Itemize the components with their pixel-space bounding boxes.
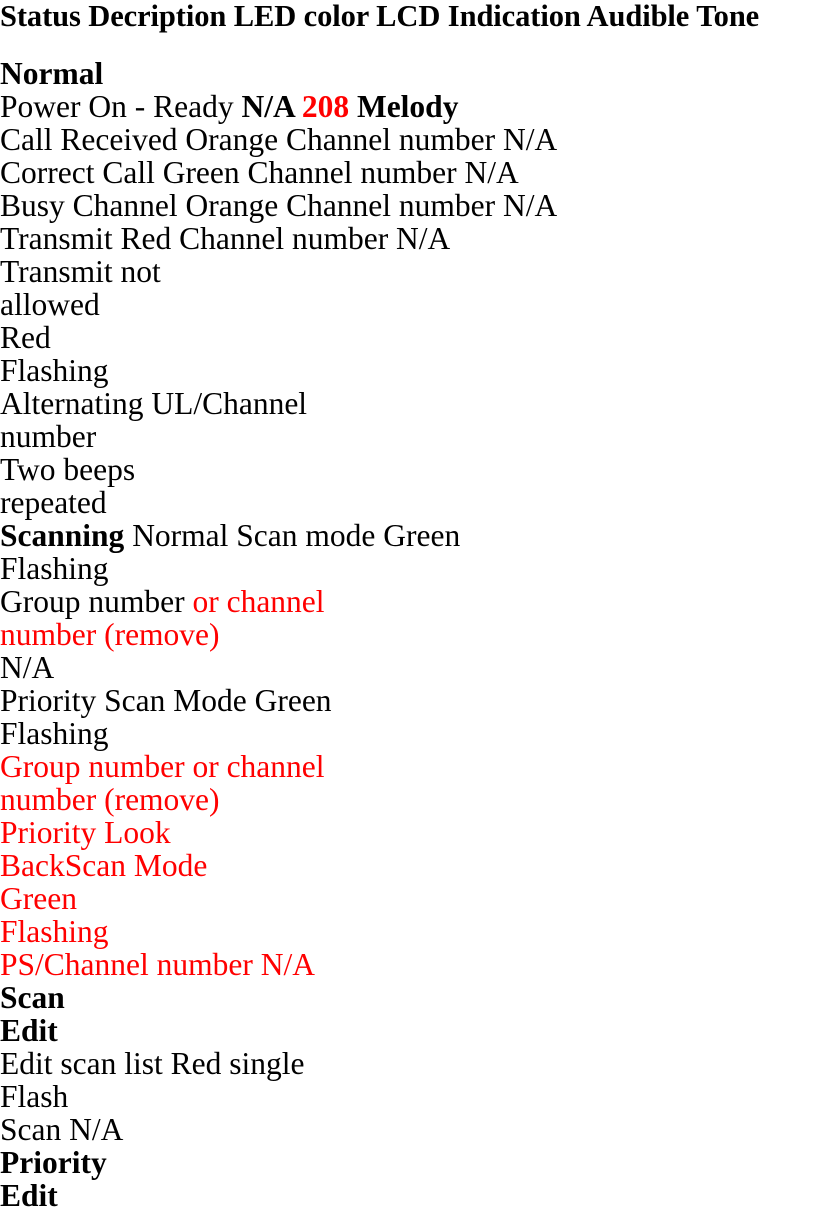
document-line: Transmit Red Channel number N/A bbox=[0, 222, 450, 255]
text-run: Normal bbox=[0, 56, 104, 91]
highlighted-text-run: number (remove) bbox=[0, 617, 220, 652]
text-run: Two beeps bbox=[0, 452, 136, 487]
document-line: BackScan Mode bbox=[0, 849, 207, 882]
text-run: Scanning bbox=[0, 518, 125, 553]
text-run: N/A bbox=[241, 89, 302, 124]
document-line: Alternating UL/Channel bbox=[0, 387, 307, 420]
highlighted-text-run: number (remove) bbox=[0, 782, 220, 817]
highlighted-text-run: Group number or channel bbox=[0, 749, 325, 784]
document-line: Busy Channel Orange Channel number N/A bbox=[0, 189, 557, 222]
document-line: Flashing bbox=[0, 354, 109, 387]
document-line: Correct Call Green Channel number N/A bbox=[0, 156, 519, 189]
text-run: Edit scan list Red single bbox=[0, 1046, 305, 1081]
document-line: Green bbox=[0, 882, 77, 915]
text-run: Flashing bbox=[0, 716, 109, 751]
document-line: Edit bbox=[0, 1179, 58, 1212]
text-run: number bbox=[0, 419, 97, 454]
text-run: Status Decription LED color LCD Indicati… bbox=[0, 0, 760, 33]
text-run: Call Received Orange Channel number N/A bbox=[0, 122, 558, 157]
text-run: Transmit Red Channel number N/A bbox=[0, 221, 451, 256]
document-line: Two beeps bbox=[0, 453, 135, 486]
highlighted-text-run: BackScan Mode bbox=[0, 848, 208, 883]
document-line: Priority Look bbox=[0, 816, 171, 849]
document-line: Transmit not bbox=[0, 255, 161, 288]
document-line: Flash bbox=[0, 1080, 68, 1113]
document-line: Edit bbox=[0, 1014, 58, 1047]
document-line: Red bbox=[0, 321, 51, 354]
document-line: Edit scan list Red single bbox=[0, 1047, 304, 1080]
text-run: Alternating UL/Channel bbox=[0, 386, 308, 421]
document-line: N/A bbox=[0, 651, 54, 684]
text-run: Normal Scan mode Green bbox=[124, 518, 461, 553]
document-line: Scan N/A bbox=[0, 1113, 123, 1146]
document-line: Priority Scan Mode Green bbox=[0, 684, 332, 717]
document-line: Group number or channel bbox=[0, 750, 325, 783]
document-line: Power On - Ready N/A 208 Melody bbox=[0, 90, 458, 123]
document-line: Flashing bbox=[0, 717, 109, 750]
text-run: Power On - Ready bbox=[0, 89, 242, 124]
text-run: N/A bbox=[0, 650, 55, 685]
highlighted-text-run: or channel bbox=[192, 584, 325, 619]
text-run: Flash bbox=[0, 1079, 69, 1114]
highlighted-text-run: Flashing bbox=[0, 914, 109, 949]
document-line: Scan bbox=[0, 981, 65, 1014]
document-line: repeated bbox=[0, 486, 107, 519]
table-header-row: Status Decription LED color LCD Indicati… bbox=[0, 0, 759, 33]
text-run: Priority bbox=[0, 1145, 107, 1180]
document-line: Group number or channel bbox=[0, 585, 325, 618]
text-run: Group number bbox=[0, 584, 193, 619]
highlighted-text-run: 208 bbox=[301, 89, 350, 124]
highlighted-text-run: PS/Channel number N/A bbox=[0, 947, 315, 982]
text-run: Scan N/A bbox=[0, 1112, 124, 1147]
text-run: Red bbox=[0, 320, 51, 355]
document-line: number (remove) bbox=[0, 783, 220, 816]
text-run: Busy Channel Orange Channel number N/A bbox=[0, 188, 558, 223]
document-line: Flashing bbox=[0, 915, 109, 948]
document-line: number bbox=[0, 420, 96, 453]
text-run: Edit bbox=[0, 1178, 58, 1213]
text-run: Transmit not bbox=[0, 254, 161, 289]
text-run: Melody bbox=[349, 89, 459, 124]
text-run: allowed bbox=[0, 287, 100, 322]
text-run: Edit bbox=[0, 1013, 58, 1048]
document-line: PS/Channel number N/A bbox=[0, 948, 315, 981]
highlighted-text-run: Green bbox=[0, 881, 77, 916]
highlighted-text-run: Priority Look bbox=[0, 815, 171, 850]
text-run: Flashing bbox=[0, 353, 109, 388]
document-line: Normal bbox=[0, 57, 103, 90]
text-run: Scan bbox=[0, 980, 65, 1015]
document-line: number (remove) bbox=[0, 618, 220, 651]
document-line: Priority bbox=[0, 1146, 107, 1179]
text-run: Correct Call Green Channel number N/A bbox=[0, 155, 519, 190]
document-line: Scanning Normal Scan mode Green bbox=[0, 519, 460, 552]
document-line: Flashing bbox=[0, 552, 109, 585]
document-page: Status Decription LED color LCD Indicati… bbox=[0, 0, 818, 1212]
text-run: Priority Scan Mode Green bbox=[0, 683, 332, 718]
document-line: allowed bbox=[0, 288, 100, 321]
text-run: repeated bbox=[0, 485, 107, 520]
document-line: Call Received Orange Channel number N/A bbox=[0, 123, 557, 156]
text-run: Flashing bbox=[0, 551, 109, 586]
